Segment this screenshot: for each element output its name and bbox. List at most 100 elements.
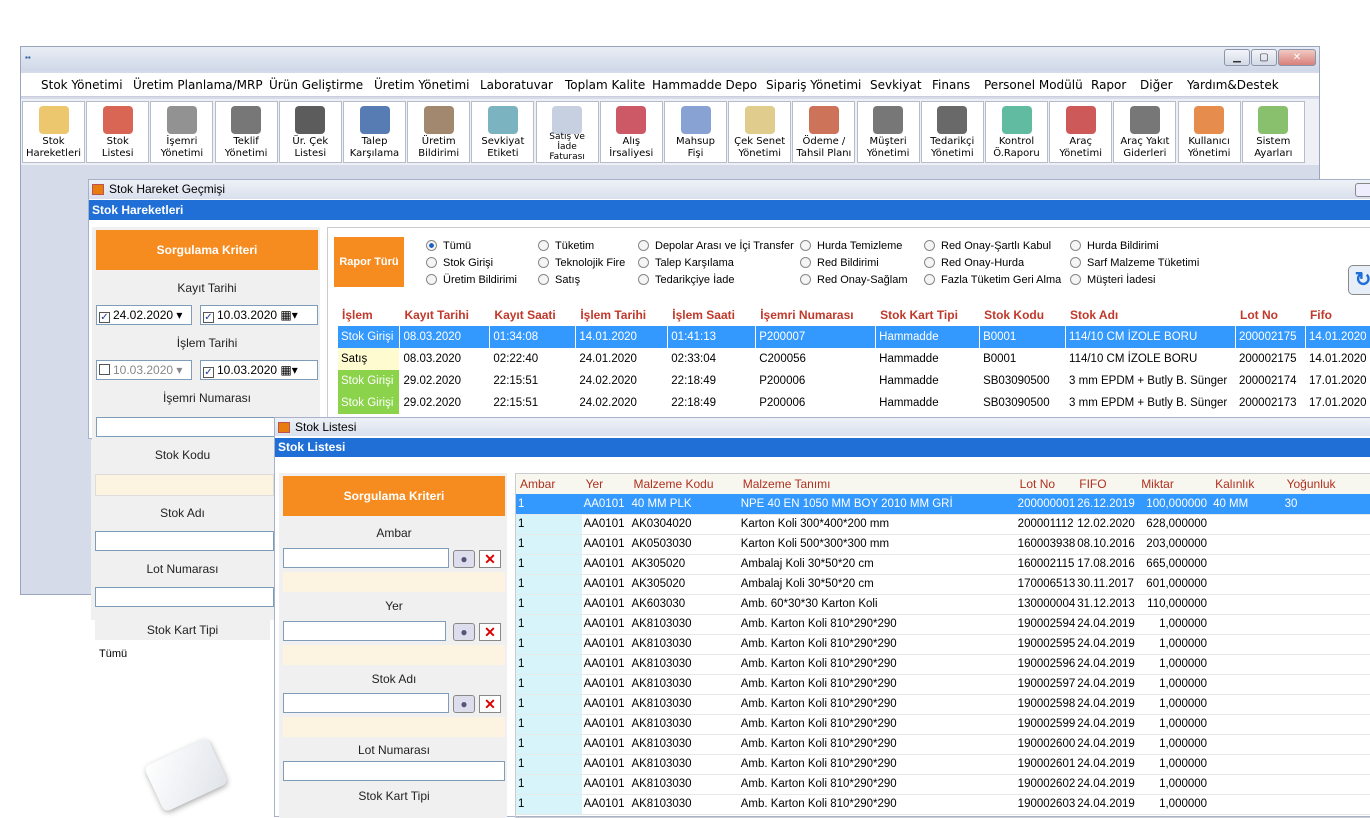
kayit-end-date[interactable]: ✓ 10.03.2020 ▦▾ [200, 305, 318, 325]
menu-item[interactable]: Ürün Geliştirme [269, 78, 363, 92]
table-row[interactable]: 1 AA0101 AK305020 Ambalaj Koli 30*50*20 cm 1… [516, 554, 1370, 575]
table-row[interactable]: 1 AA0101 AK8103030 Amb. Karton Koli 810*290… [516, 654, 1370, 675]
menu-item[interactable]: Stok Yönetimi [41, 78, 123, 92]
menu-item[interactable]: Laboratuvar [480, 78, 553, 92]
lot-numarasi-input[interactable] [95, 587, 274, 607]
toolbar-button-13[interactable]: Müşteri Yönetimi [856, 101, 920, 163]
column-header[interactable]: Ambar [516, 474, 582, 494]
column-header[interactable]: Stok Kart Tipi [875, 304, 981, 326]
toolbar-button-1[interactable]: Stok Listesi [86, 101, 150, 163]
menu-item[interactable]: Sevkiyat [870, 78, 922, 92]
clear-icon[interactable]: ✕ [479, 550, 501, 568]
report-option[interactable]: Depolar Arası ve İçi Transfer [638, 240, 794, 252]
column-header[interactable]: Lot No [1015, 474, 1076, 494]
menu-item[interactable]: Diğer [1140, 78, 1173, 92]
column-header[interactable]: İşlem Saati [667, 304, 757, 326]
column-header[interactable]: Kayıt Saati [489, 304, 577, 326]
toolbar-button-4[interactable]: Ür. Çek Listesi [278, 101, 342, 163]
table-row[interactable]: Stok Girişi 08.03.2020 01:34:08 14.01.2020 0… [338, 326, 1370, 348]
toolbar-button-2[interactable]: İşemri Yönetimi [150, 101, 214, 163]
table-row[interactable]: Stok Girişi 29.02.2020 22:15:51 24.02.2020 2… [338, 392, 1370, 414]
report-option[interactable]: Red Onay-Hurda [924, 257, 1024, 269]
search-icon[interactable]: ● [453, 550, 475, 568]
report-option[interactable]: Fazla Tüketim Geri Alma [924, 274, 1061, 286]
toolbar-button-9[interactable]: Alış İrsaliyesi [599, 101, 663, 163]
column-header[interactable]: Kayıt Tarihi [399, 304, 491, 326]
toolbar-button-19[interactable]: Sistem Ayarları [1241, 101, 1305, 163]
report-option[interactable]: Red Bildirimi [800, 257, 879, 269]
report-option[interactable]: Red Onay-Şartlı Kabul [924, 240, 1051, 252]
table-row[interactable]: 1 AA0101 40 MM PLK NPE 40 EN 1050 MM BOY 20… [516, 494, 1370, 515]
report-option[interactable]: Satış [538, 274, 580, 286]
stok-adi-input[interactable] [283, 693, 449, 713]
table-row[interactable]: 1 AA0101 AK8103030 Amb. Karton Koli 810*290… [516, 734, 1370, 755]
toolbar-button-16[interactable]: Araç Yönetimi [1049, 101, 1113, 163]
toolbar-button-8[interactable]: Satış ve İade Faturası [535, 101, 599, 163]
report-option[interactable]: Stok Girişi [426, 257, 493, 269]
menu-item[interactable]: Hammadde Depo [652, 78, 757, 92]
column-header[interactable]: Malzeme Tanımı [738, 474, 1016, 494]
table-row[interactable]: Stok Girişi 29.02.2020 22:15:51 24.02.2020 2… [338, 370, 1370, 392]
column-header[interactable]: Lot No [1235, 304, 1306, 326]
menu-item[interactable]: Toplam Kalite [565, 78, 645, 92]
table-row[interactable]: 1 AA0101 AK8103030 Amb. Karton Koli 810*290… [516, 674, 1370, 695]
toolbar-button-15[interactable]: Kontrol Ö.Raporu [985, 101, 1048, 163]
report-option[interactable]: Teknolojik Fire [538, 257, 625, 269]
stok-adi-input[interactable] [95, 531, 274, 551]
report-option[interactable]: Sarf Malzeme Tüketimi [1070, 257, 1199, 269]
table-row[interactable]: 1 AA0101 AK0304020 Karton Koli 300*400*200 … [516, 514, 1370, 535]
report-option[interactable]: Talep Karşılama [638, 257, 734, 269]
stok-kart-tipi-value[interactable]: Tümü [99, 648, 127, 660]
table-row[interactable]: Satış 08.03.2020 02:22:40 24.01.2020 02:33:0… [338, 348, 1370, 370]
toolbar-button-6[interactable]: Üretim Bildirimi [407, 101, 471, 163]
search-icon[interactable]: ● [453, 695, 475, 713]
yer-input[interactable] [283, 621, 446, 641]
kayit-start-date[interactable]: ✓ 24.02.2020 ▾ [96, 305, 192, 325]
table-row[interactable]: 1 AA0101 AK8103030 Amb. Karton Koli 810*290… [516, 694, 1370, 715]
menu-item[interactable]: Sipariş Yönetimi [766, 78, 861, 92]
menu-item[interactable]: Üretim Planlama/MRP [133, 78, 263, 92]
menu-item[interactable]: Finans [932, 78, 970, 92]
report-option[interactable]: Tüketim [538, 240, 594, 252]
refresh-icon[interactable]: ↻ [1348, 265, 1370, 295]
report-option[interactable]: Müşteri İadesi [1070, 274, 1155, 286]
column-header[interactable]: İşlem Tarihi [575, 304, 669, 326]
toolbar-button-3[interactable]: Teklif Yönetimi [214, 101, 278, 163]
toolbar-button-7[interactable]: Sevkiyat Etiketi [471, 101, 535, 163]
table-row[interactable]: 1 AA0101 AK8103030 Amb. Karton Koli 810*290… [516, 714, 1370, 735]
isemri-input[interactable] [96, 417, 278, 437]
report-option[interactable]: Üretim Bildirimi [426, 274, 517, 286]
column-header[interactable]: Malzeme Kodu [629, 474, 739, 494]
column-header[interactable]: Kalınlık [1211, 474, 1283, 494]
toolbar-button-14[interactable]: Tedarikçi Yönetimi [920, 101, 984, 163]
toolbar-button-5[interactable]: Talep Karşılama [343, 101, 406, 163]
report-option[interactable]: Tümü [426, 240, 471, 252]
islem-start-date[interactable]: 10.03.2020 ▾ [96, 360, 192, 380]
menu-item[interactable]: Personel Modülü [984, 78, 1083, 92]
column-header[interactable]: Yoğunluk [1282, 474, 1370, 494]
stok-kodu-input[interactable] [95, 474, 274, 496]
column-header[interactable]: FIFO [1075, 474, 1138, 494]
toolbar-button-0[interactable]: Stok Hareketleri [22, 101, 85, 163]
clear-icon[interactable]: ✕ [479, 695, 501, 713]
table-row[interactable]: 1 AA0101 AK0503030 Karton Koli 500*300*300 … [516, 534, 1370, 555]
column-header[interactable]: Yer [581, 474, 630, 494]
column-header[interactable]: İşlem [338, 304, 401, 326]
column-header[interactable]: Stok Adı [1065, 304, 1236, 326]
table-row[interactable]: 1 AA0101 AK603030 Amb. 60*30*30 Karton Koli… [516, 594, 1370, 615]
minimize-button[interactable] [1355, 183, 1370, 197]
column-header[interactable]: Stok Kodu [979, 304, 1067, 326]
ambar-input[interactable] [283, 548, 449, 568]
table-row[interactable]: 1 AA0101 AK305020 Ambalaj Koli 30*50*20 cm 1… [516, 574, 1370, 595]
close-button[interactable]: ✕ [1278, 49, 1316, 66]
toolbar-button-17[interactable]: Araç Yakıt Giderleri [1113, 101, 1177, 163]
report-option[interactable]: Hurda Bildirimi [1070, 240, 1159, 252]
menu-item[interactable]: Yardım&Destek [1187, 78, 1279, 92]
lot-numarasi-input[interactable] [283, 761, 505, 781]
report-option[interactable]: Red Onay-Sağlam [800, 274, 908, 286]
maximize-button[interactable]: ▢ [1251, 49, 1277, 66]
table-row[interactable]: 1 AA0101 AK8103030 Amb. Karton Koli 810*290… [516, 614, 1370, 635]
table-row[interactable]: 1 AA0101 AK8103030 Amb. Karton Koli 810*290… [516, 774, 1370, 795]
column-header[interactable]: Miktar [1137, 474, 1212, 494]
toolbar-button-12[interactable]: Ödeme / Tahsil Planı [792, 101, 856, 163]
